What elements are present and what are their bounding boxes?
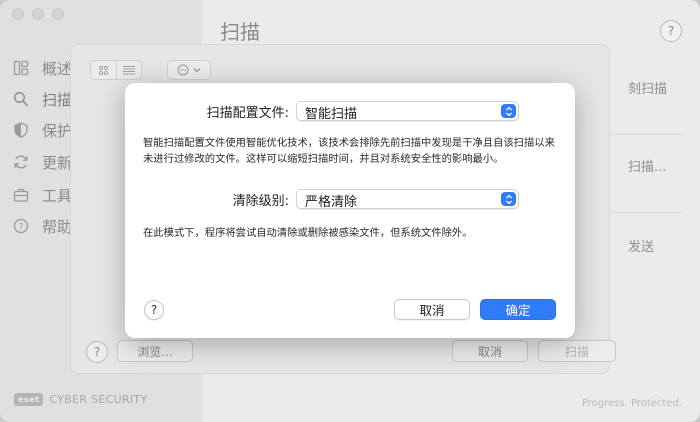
sidebar-item-tools[interactable]: 工具: [12, 181, 72, 209]
sidebar-item-label: 概述: [42, 59, 73, 78]
svg-text:?: ?: [19, 223, 24, 233]
page-title: 扫描: [220, 20, 260, 44]
chevron-down-icon: [193, 68, 201, 73]
help-icon: ?: [12, 217, 30, 235]
grid-view-icon[interactable]: [91, 61, 116, 79]
profile-label: 扫描配置文件:: [206, 106, 289, 121]
refresh-icon: [12, 153, 30, 171]
sheet-scan-button[interactable]: 扫描: [538, 340, 616, 362]
ok-button[interactable]: 确定: [480, 299, 556, 320]
minimize-window-button[interactable]: [32, 8, 44, 20]
sidebar-item-label: 工具: [42, 186, 73, 205]
browse-button[interactable]: 浏览...: [117, 340, 193, 362]
scan-action-link[interactable]: 刻扫描: [628, 78, 667, 97]
tagline: Progress. Protected.: [581, 398, 682, 409]
window-controls: [12, 8, 64, 20]
clean-level-description: 在此模式下，程序将尝试自动清除或删除被感染文件，但系统文件除外。: [143, 227, 473, 239]
brand-text: CYBER SECURITY: [49, 393, 148, 406]
sidebar-item-overview[interactable]: 概述: [12, 54, 72, 82]
dialog-help-button[interactable]: ?: [144, 300, 164, 320]
profile-select-value: 智能扫描: [305, 107, 358, 122]
sidebar-item-protection[interactable]: 保护: [12, 116, 72, 144]
cancel-button[interactable]: 取消: [394, 299, 470, 320]
view-toggle: [90, 60, 142, 80]
sidebar-item-help[interactable]: ? 帮助: [12, 212, 72, 240]
sidebar-item-label: 保护: [42, 121, 73, 140]
select-stepper-icon: [501, 104, 516, 118]
list-view-icon[interactable]: [116, 61, 141, 79]
shield-icon: [12, 121, 30, 139]
close-window-button[interactable]: [12, 8, 24, 20]
sidebar-item-scan[interactable]: 扫描: [12, 85, 72, 113]
sheet-help-button[interactable]: ?: [86, 341, 108, 363]
sidebar-item-label: 更新: [42, 153, 73, 172]
search-icon: [12, 90, 30, 108]
clean-level-select-value: 严格清除: [305, 195, 358, 210]
send-action-link[interactable]: 发送: [628, 236, 654, 255]
zoom-window-button[interactable]: [52, 8, 64, 20]
clean-level-select[interactable]: 严格清除: [296, 189, 519, 210]
help-button[interactable]: ?: [660, 20, 682, 42]
profile-description: 智能扫描配置文件使用智能优化技术，该技术会排除先前扫描中发现是干净且自该扫描以来…: [143, 137, 555, 165]
select-stepper-icon: [501, 192, 516, 206]
briefcase-icon: [12, 186, 30, 204]
brand: eset CYBER SECURITY: [14, 393, 147, 406]
clean-level-label: 清除级别:: [232, 194, 289, 209]
dashboard-icon: [12, 59, 30, 77]
sheet-cancel-button[interactable]: 取消: [452, 340, 528, 362]
more-options-button[interactable]: [167, 60, 211, 80]
scan-profile-dialog: 扫描配置文件: 智能扫描 智能扫描配置文件使用智能优化技术，该技术会排除先前扫描…: [125, 83, 575, 338]
profile-select[interactable]: 智能扫描: [296, 101, 519, 122]
ellipsis-icon: [177, 64, 189, 76]
sidebar-item-label: 扫描: [42, 90, 73, 109]
custom-scan-action-link[interactable]: 扫描...: [628, 156, 666, 175]
eset-logo: eset: [14, 393, 44, 406]
sidebar-item-update[interactable]: 更新: [12, 148, 72, 176]
sidebar-item-label: 帮助: [42, 217, 73, 236]
